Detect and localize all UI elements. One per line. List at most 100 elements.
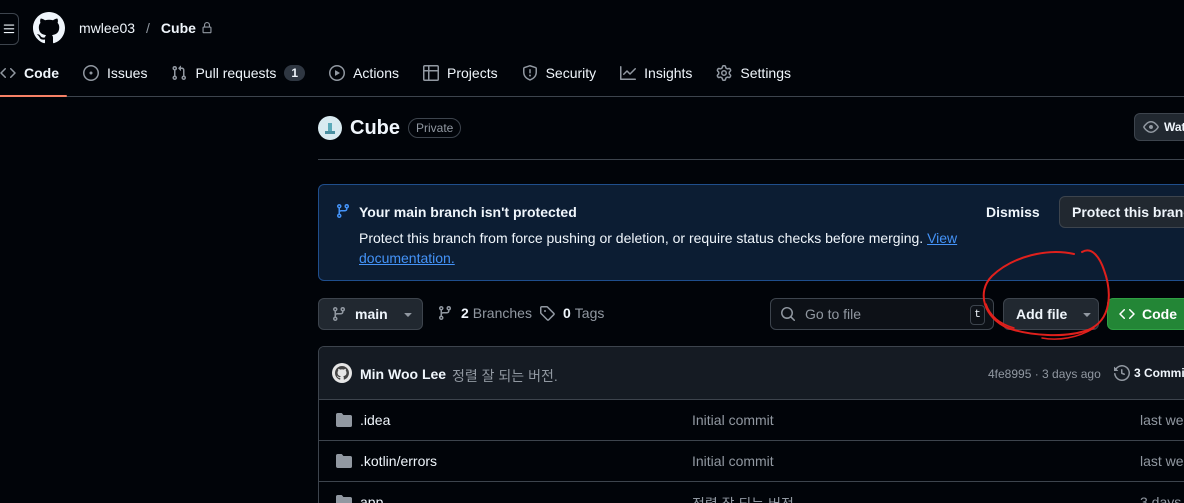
tab-label: Pull requests [195, 65, 277, 81]
breadcrumb: mwlee03 / Cube [79, 20, 213, 36]
file-commit-message[interactable]: Initial commit [692, 412, 774, 428]
watch-button[interactable]: Wat [1134, 113, 1184, 141]
commit-sha-time[interactable]: 4fe8995 · 3 days ago [988, 367, 1101, 381]
tab-settings[interactable]: Settings [708, 56, 799, 90]
eye-icon [1143, 121, 1159, 133]
branches-label: Branches [472, 305, 532, 321]
keyboard-shortcut-hint: t [970, 305, 985, 325]
code-icon [0, 67, 16, 79]
git-pull-request-icon [172, 65, 187, 81]
menu-button[interactable] [0, 13, 19, 45]
github-logo-icon[interactable] [33, 12, 65, 44]
link-part-2: documentation. [359, 250, 455, 266]
issue-opened-icon [83, 65, 99, 81]
file-row[interactable]: .kotlin/errors Initial commit last week [319, 441, 1184, 482]
code-label: Code [1142, 306, 1177, 322]
git-branch-icon [438, 306, 451, 321]
link-part-1: View [927, 230, 958, 246]
tab-code[interactable]: Code [0, 56, 67, 97]
folder-icon [336, 454, 352, 468]
tab-label: Settings [740, 65, 792, 81]
file-row[interactable]: app 정렬 잘 되는 버전. 3 days ago [319, 482, 1184, 503]
branch-selector[interactable]: main [318, 298, 423, 330]
owner-link[interactable]: mwlee03 [79, 20, 135, 36]
tag-icon [540, 306, 555, 321]
commits-label: 3 Commits [1134, 366, 1184, 380]
file-name[interactable]: .idea [360, 412, 390, 428]
file-date: last week [1140, 412, 1184, 428]
git-branch-icon [332, 307, 345, 322]
dismiss-button[interactable]: Dismiss [986, 204, 1040, 220]
github-logo-icon [335, 366, 349, 380]
folder-icon [336, 413, 352, 427]
tab-label: Insights [644, 65, 693, 81]
file-commit-message[interactable]: Initial commit [692, 453, 774, 469]
avatar[interactable] [332, 363, 352, 383]
shield-icon [522, 65, 537, 81]
add-file-button[interactable]: Add file [1003, 298, 1099, 330]
add-file-label: Add file [1016, 306, 1068, 322]
branch-protection-banner: Your main branch isn't protected Protect… [318, 184, 1184, 281]
file-browser: Min Woo Lee 정렬 잘 되는 버전. 4fe8995 · 3 days… [318, 346, 1184, 503]
branch-name: main [355, 306, 388, 322]
tab-label: Issues [107, 65, 148, 81]
branches-count: 2 [461, 305, 469, 321]
file-row[interactable]: .idea Initial commit last week [319, 400, 1184, 441]
history-icon [1114, 365, 1130, 381]
repo-tabs: Code Issues Pull requests 1 Actions Proj… [0, 56, 807, 97]
gear-icon [717, 65, 732, 81]
tab-label: Actions [353, 65, 400, 81]
folder-icon [336, 495, 352, 503]
tags-count: 0 [563, 305, 571, 321]
code-icon [1119, 308, 1135, 320]
commit-message[interactable]: 정렬 잘 되는 버전. [452, 366, 558, 386]
triangle-down-icon [404, 313, 412, 317]
tab-security[interactable]: Security [514, 56, 605, 90]
triangle-down-icon [1083, 313, 1091, 317]
go-to-file-input[interactable]: Go to file t [770, 298, 994, 330]
hamburger-icon [3, 24, 14, 34]
protect-branch-button[interactable]: Protect this branch [1059, 196, 1184, 228]
app-header: mwlee03 / Cube Code Issues Pull requests… [0, 0, 1184, 97]
repo-name[interactable]: Cube [350, 117, 400, 140]
tab-label: Code [24, 65, 59, 81]
tags-link[interactable]: 0 Tags [539, 305, 604, 321]
tab-projects[interactable]: Projects [415, 56, 506, 90]
play-icon [329, 65, 346, 81]
file-date: last week [1140, 453, 1184, 469]
tab-actions[interactable]: Actions [321, 56, 407, 90]
file-name[interactable]: app [360, 494, 383, 503]
file-date: 3 days ago [1140, 494, 1184, 503]
banner-text: Protect this branch from force pushing o… [359, 230, 924, 246]
go-to-file-placeholder: Go to file [805, 306, 862, 322]
repo-avatar-icon [325, 123, 335, 134]
tab-label: Projects [447, 65, 498, 81]
lock-icon [202, 22, 212, 34]
banner-body: Protect this branch from force pushing o… [359, 228, 969, 268]
graph-icon [620, 66, 637, 80]
latest-commit-row: Min Woo Lee 정렬 잘 되는 버전. 4fe8995 · 3 days… [319, 347, 1184, 400]
git-branch-icon [336, 204, 349, 219]
file-commit-message[interactable]: 정렬 잘 되는 버전. [692, 494, 798, 503]
banner-title: Your main branch isn't protected [359, 204, 577, 220]
tab-insights[interactable]: Insights [612, 56, 700, 90]
tab-pull-requests[interactable]: Pull requests 1 [163, 56, 313, 90]
search-icon [781, 307, 796, 322]
divider [318, 159, 1184, 160]
repo-link[interactable]: Cube [161, 20, 196, 36]
tab-issues[interactable]: Issues [75, 56, 155, 90]
repo-title-bar: Cube Private [318, 116, 462, 140]
pull-requests-count-badge: 1 [284, 65, 306, 81]
visibility-badge: Private [408, 118, 462, 138]
tab-label: Security [545, 65, 597, 81]
file-name[interactable]: .kotlin/errors [360, 453, 437, 469]
branches-link[interactable]: 2 Branches [437, 305, 532, 321]
tags-label: Tags [574, 305, 605, 321]
commits-history-link[interactable]: 3 Commits [1114, 365, 1184, 381]
avatar [318, 116, 342, 140]
code-button[interactable]: Code [1107, 298, 1184, 330]
watch-label: Wat [1164, 120, 1184, 134]
breadcrumb-separator: / [146, 20, 150, 36]
table-icon [423, 65, 440, 81]
commit-author[interactable]: Min Woo Lee [360, 366, 446, 382]
